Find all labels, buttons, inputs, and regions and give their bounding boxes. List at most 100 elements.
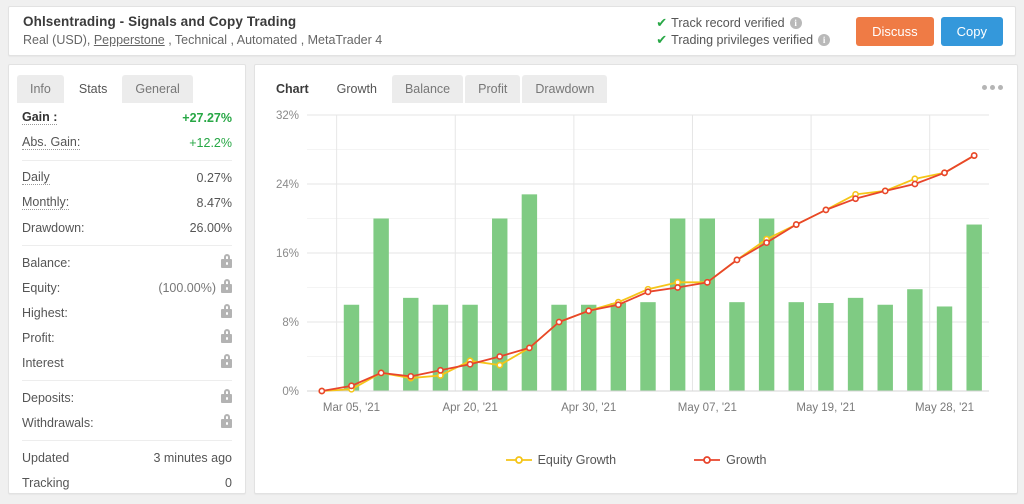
sidebar-tab-stats[interactable]: Stats (65, 75, 121, 103)
stat-value: 26.00% (189, 220, 232, 235)
broker-link[interactable]: Pepperstone (94, 33, 165, 47)
y-axis-tick-label: 24% (276, 179, 299, 191)
stat-label: Deposits: (22, 390, 75, 405)
data-point (644, 288, 652, 296)
stat-row: Tracking 0 (22, 470, 232, 495)
chart-bar (373, 218, 389, 391)
lock-icon (221, 413, 232, 428)
y-axis-tick-label: 8% (282, 317, 299, 329)
stat-row: Drawdown: 26.00% (22, 215, 232, 240)
chart-bar (699, 218, 716, 391)
data-point (614, 301, 622, 309)
sidebar-tab-bar: Info Stats General (9, 65, 245, 103)
legend-label: Equity Growth (537, 453, 617, 467)
stat-label: Equity: (22, 280, 61, 295)
stat-label[interactable]: Gain : (22, 110, 58, 125)
chart-tab-growth[interactable]: Growth (323, 75, 390, 103)
chart-tab-drawdown[interactable]: Drawdown (522, 75, 608, 103)
stat-label: Profit: (22, 330, 55, 345)
stat-value-group (218, 303, 232, 320)
lock-icon (221, 278, 232, 293)
stat-row: Withdrawals: (22, 410, 232, 435)
legend-label: Growth (726, 453, 767, 467)
growth-chart-svg: 0% 8% 16% 24% 32% Mar 05, '21 Apr 20, '21 Apr 3… (276, 110, 989, 414)
stat-value-group (218, 413, 232, 430)
x-axis-tick-label: May 19, '21 (796, 402, 855, 414)
more-options-icon[interactable] (982, 85, 1003, 90)
legend-item[interactable]: Growth (694, 453, 766, 467)
copy-button[interactable]: Copy (940, 16, 1003, 46)
growth-chart: 0% 8% 16% 24% 32% Mar 05, '21 Apr 20, '21 Apr 3… (255, 103, 1017, 481)
chart-panel: Chart Growth Balance Profit Drawdown 0% 8% 16%… (254, 64, 1018, 494)
x-axis-tick-label: Mar 05, '21 (323, 402, 380, 414)
discuss-button[interactable]: Discuss (856, 16, 934, 46)
data-point (822, 206, 830, 214)
stat-label: Interest (22, 355, 64, 370)
data-point (318, 387, 326, 395)
stat-value-group: (100.00%) (158, 278, 232, 295)
lock-icon (221, 388, 232, 403)
lock-icon (221, 253, 232, 268)
stat-row: Monthly: 8.47% (22, 190, 232, 215)
data-point (437, 366, 444, 374)
stat-value-group: +12.2% (189, 136, 232, 150)
sidebar-tab-info[interactable]: Info (17, 75, 64, 103)
verify-privileges-label: Trading privileges verified (671, 32, 814, 47)
stat-value: (100.00%) (158, 280, 216, 295)
stat-value: 3 minutes ago (153, 450, 232, 465)
data-point (407, 372, 415, 380)
stats-divider (22, 245, 232, 246)
y-axis-tick-label: 16% (276, 248, 299, 260)
chart-bar (788, 302, 804, 391)
stat-value: 0 (225, 475, 232, 490)
chart-bar (966, 224, 982, 391)
stat-row: Highest: (22, 300, 232, 325)
lock-icon (221, 328, 232, 343)
stat-label: Balance: (22, 255, 71, 270)
data-point (496, 353, 504, 360)
legend-marker-icon (505, 456, 532, 464)
chart-bar (343, 304, 360, 391)
x-axis-tick-label: Apr 20, '21 (442, 402, 497, 414)
data-point (525, 344, 533, 352)
data-point (348, 382, 355, 390)
data-point (792, 221, 800, 228)
verify-track-record-row: ✔ Track record verified i (656, 15, 830, 31)
data-point (911, 180, 919, 188)
info-icon[interactable]: i (818, 33, 831, 46)
chart-bar (907, 289, 923, 391)
chart-bar (580, 304, 597, 391)
legend-item[interactable]: Equity Growth (505, 453, 617, 467)
stat-label: Updated (22, 450, 70, 465)
check-icon: ✔ (656, 31, 668, 47)
lock-icon (221, 353, 232, 368)
stat-value: 0.27% (196, 170, 232, 185)
x-axis-tick-label: May 07, '21 (678, 402, 737, 414)
stat-label[interactable]: Abs. Gain: (22, 135, 81, 150)
y-axis-tick-label: 0% (282, 386, 299, 398)
account-identity: Ohlsentrading - Signals and Copy Trading… (9, 13, 396, 49)
sidebar-tab-general[interactable]: General (122, 75, 193, 103)
data-point (733, 256, 741, 264)
data-point (585, 307, 593, 315)
chart-bar (847, 297, 864, 391)
stat-value-group: 26.00% (190, 221, 232, 235)
chart-bar (729, 302, 745, 391)
stat-label[interactable]: Monthly: (22, 195, 70, 210)
chart-tab-balance[interactable]: Balance (391, 75, 464, 103)
info-icon[interactable]: i (789, 16, 802, 29)
chart-legend: Equity Growth Growth (255, 453, 1017, 467)
chart-bar (610, 303, 627, 391)
stat-value: +27.27% (182, 110, 232, 125)
content-columns: Info Stats General Gain : +27.27% Abs. Gain:… (8, 64, 1018, 495)
chart-tab-profit[interactable]: Profit (465, 75, 521, 103)
stat-label: Withdrawals: (22, 415, 94, 430)
chart-section-label: Chart (276, 82, 309, 96)
legend-marker-icon (694, 456, 721, 464)
chart-bar (551, 304, 567, 391)
chart-bar (818, 303, 834, 391)
stat-row: Deposits: (22, 385, 232, 410)
stats-divider (22, 380, 232, 381)
stat-label[interactable]: Daily (22, 170, 50, 185)
stat-row: Gain : +27.27% (22, 105, 232, 130)
